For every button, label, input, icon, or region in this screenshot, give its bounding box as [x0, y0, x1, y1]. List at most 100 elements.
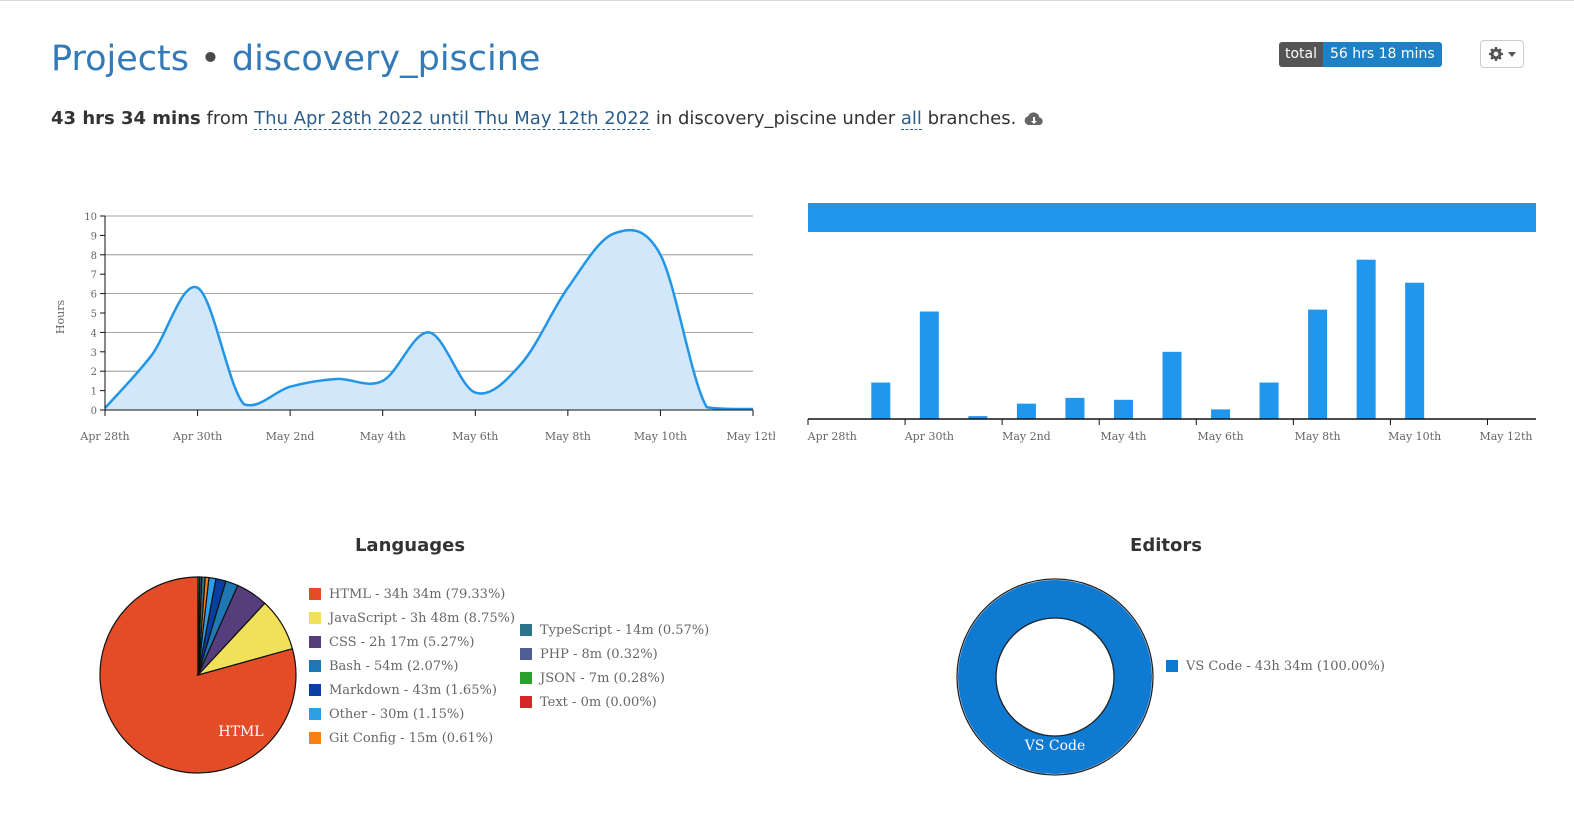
editors-title: Editors: [1130, 535, 1202, 556]
legend-item-label: Git Config - 15m (0.61%): [329, 730, 494, 746]
legend-item-label: CSS - 2h 17m (5.27%): [329, 634, 475, 650]
settings-dropdown-button[interactable]: [1480, 40, 1524, 68]
languages-pie-chart: HTML: [99, 576, 297, 774]
y-tick-label: 5: [91, 309, 97, 320]
legend-swatch: [520, 624, 532, 636]
x-tick-label: May 8th: [545, 430, 591, 443]
summary-in: in discovery_piscine under: [655, 108, 896, 129]
summary-branches: branches.: [927, 108, 1017, 129]
chevron-down-icon: [1507, 51, 1516, 57]
legend-item-markdown[interactable]: Markdown - 43m (1.65%): [309, 678, 515, 702]
x-tick-label: May 2nd: [1002, 430, 1051, 443]
legend-item-other[interactable]: Other - 30m (1.15%): [309, 702, 515, 726]
x-tick-label: May 6th: [1198, 430, 1244, 443]
y-tick-label: 1: [91, 387, 97, 398]
x-tick-label: May 10th: [1388, 430, 1441, 443]
daily-bar-chart: Apr 28th Apr 30th May 2nd May 4th May 6th May…: [807, 203, 1536, 443]
legend-item-label: JavaScript - 3h 48m (8.75%): [329, 610, 516, 626]
legend-swatch: [309, 612, 321, 624]
line-chart-x-ticks: Apr 28th Apr 30th May 2nd May 4th May 6th May…: [79, 410, 775, 443]
legend-item-label: Bash - 54m (2.07%): [329, 658, 459, 674]
donut-slice-label: VS Code: [1024, 738, 1086, 754]
y-tick-label: 0: [91, 406, 97, 417]
branches-link[interactable]: all: [900, 108, 922, 130]
legend-swatch: [520, 648, 532, 660]
bar: [1211, 409, 1231, 419]
y-tick-label: 2: [91, 367, 97, 378]
total-badge-label: total: [1279, 42, 1324, 67]
date-range-link[interactable]: Thu Apr 28th 2022 until Thu May 12th 202…: [254, 108, 651, 130]
x-tick-label: May 12th: [726, 430, 775, 443]
bar: [1308, 309, 1328, 419]
legend-item-vscode[interactable]: VS Code - 43h 34m (100.00%): [1166, 654, 1385, 678]
editors-donut-chart: VS Code: [956, 578, 1154, 776]
title-prefix: Projects: [51, 39, 189, 79]
bar: [1065, 397, 1085, 419]
y-tick-label: 6: [91, 290, 97, 301]
project-name: discovery_piscine: [231, 39, 541, 79]
legend-swatch: [309, 588, 321, 600]
summary-line: 43 hrs 34 mins from Thu Apr 28th 2022 un…: [51, 106, 1044, 132]
y-tick-label: 8: [91, 251, 97, 262]
bar: [1016, 403, 1036, 419]
legend-swatch: [309, 732, 321, 744]
languages-pie-slices: [99, 576, 297, 774]
cloud-download-icon[interactable]: [1024, 111, 1044, 127]
legend-swatch: [520, 696, 532, 708]
legend-swatch: [520, 672, 532, 684]
legend-item-label: HTML - 34h 34m (79.33%): [329, 586, 506, 602]
bar: [1162, 351, 1182, 419]
bar: [919, 311, 939, 419]
y-axis-label: Hours: [54, 300, 67, 335]
editors-legend: VS Code - 43h 34m (100.00%): [1166, 654, 1385, 678]
legend-item-css[interactable]: CSS - 2h 17m (5.27%): [309, 630, 515, 654]
x-tick-label: Apr 30th: [904, 430, 954, 443]
legend-item-typescript[interactable]: TypeScript - 14m (0.57%): [520, 618, 709, 642]
bar-chart-x-ticks: Apr 28th Apr 30th May 2nd May 4th May 6th May…: [807, 419, 1533, 443]
x-tick-label: Apr 30th: [172, 430, 222, 443]
x-tick-label: Apr 28th: [807, 430, 857, 443]
legend-swatch: [309, 636, 321, 648]
title-separator: •: [200, 39, 221, 79]
donut-hole: [995, 617, 1115, 737]
bar-chart-header-band: [808, 203, 1536, 232]
legend-item-bash[interactable]: Bash - 54m (2.07%): [309, 654, 515, 678]
languages-legend-col1: HTML - 34h 34m (79.33%) JavaScript - 3h …: [309, 582, 515, 750]
bar: [871, 382, 891, 419]
summary-from: from: [206, 108, 249, 129]
total-time-badge: total 56 hrs 18 mins: [1279, 42, 1442, 67]
x-tick-label: May 10th: [634, 430, 687, 443]
x-tick-label: May 8th: [1295, 430, 1341, 443]
legend-item-label: Other - 30m (1.15%): [329, 706, 465, 722]
legend-swatch: [309, 708, 321, 720]
pie-slice-label-html: HTML: [218, 724, 263, 740]
legend-swatch: [309, 660, 321, 672]
bar: [1113, 399, 1133, 419]
y-tick-label: 7: [91, 270, 97, 281]
legend-item-php[interactable]: PHP - 8m (0.32%): [520, 642, 709, 666]
languages-legend-col2: TypeScript - 14m (0.57%) PHP - 8m (0.32%…: [520, 618, 709, 714]
legend-item-label: VS Code - 43h 34m (100.00%): [1186, 658, 1385, 674]
total-badge-value: 56 hrs 18 mins: [1323, 42, 1442, 67]
x-tick-label: Apr 28th: [79, 430, 129, 443]
legend-item-label: JSON - 7m (0.28%): [540, 670, 665, 686]
legend-item-html[interactable]: HTML - 34h 34m (79.33%): [309, 582, 515, 606]
x-tick-label: May 4th: [1100, 430, 1146, 443]
legend-item-git-config[interactable]: Git Config - 15m (0.61%): [309, 726, 515, 750]
gear-icon: [1488, 47, 1503, 61]
hours-line-chart: 0 1 2 3 4 5 6 7 8 9 10 Apr 28th Apr 30th May 2nd May …: [54, 212, 775, 443]
languages-title: Languages: [354, 535, 466, 556]
legend-item-label: PHP - 8m (0.32%): [540, 646, 658, 662]
hours-area-fill: [105, 230, 753, 410]
legend-swatch: [309, 684, 321, 696]
legend-item-text[interactable]: Text - 0m (0.00%): [520, 690, 709, 714]
x-tick-label: May 2nd: [266, 430, 315, 443]
x-tick-label: May 4th: [360, 430, 406, 443]
y-tick-label: 3: [91, 348, 97, 359]
legend-item-label: Text - 0m (0.00%): [540, 694, 657, 710]
bar: [1356, 259, 1376, 419]
x-tick-label: May 12th: [1479, 430, 1532, 443]
legend-item-javascript[interactable]: JavaScript - 3h 48m (8.75%): [309, 606, 515, 630]
legend-swatch: [1166, 660, 1178, 672]
legend-item-json[interactable]: JSON - 7m (0.28%): [520, 666, 709, 690]
